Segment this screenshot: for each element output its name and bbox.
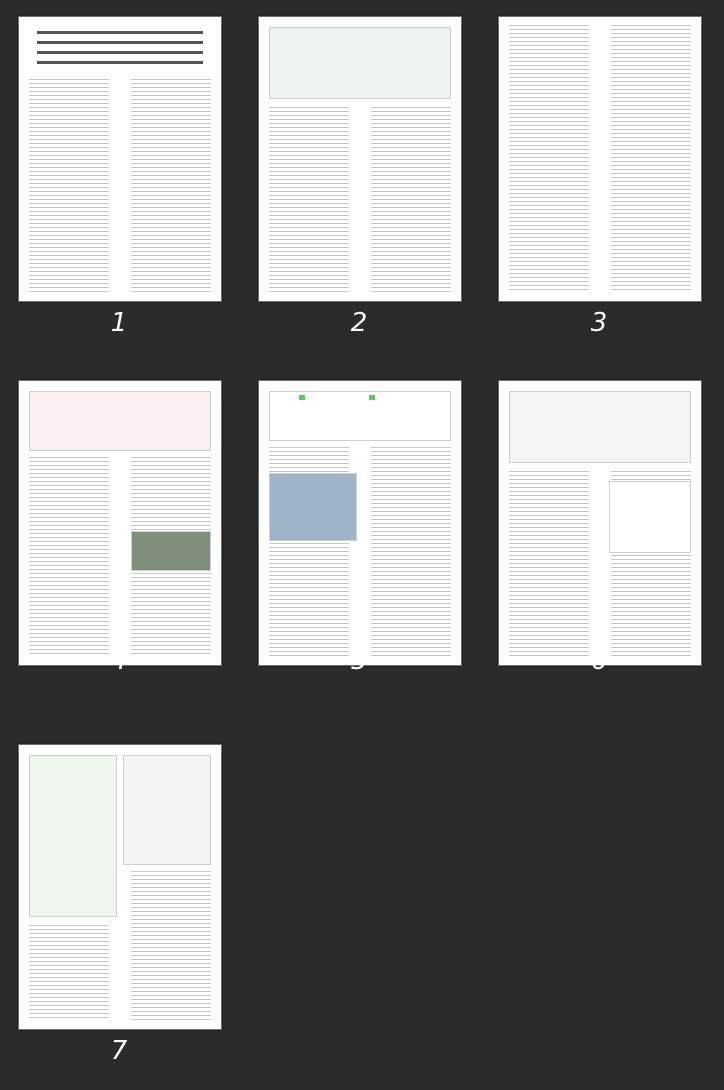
page-number-label-1: 1 bbox=[110, 308, 128, 338]
tracking-images-figure bbox=[269, 473, 357, 541]
text-column-left bbox=[509, 25, 590, 293]
page-thumbnail-2[interactable] bbox=[258, 16, 462, 302]
page-number-label-4: 4 bbox=[110, 646, 128, 676]
paper-title-block bbox=[37, 31, 203, 67]
text-column-left bbox=[29, 79, 110, 293]
text-column-left bbox=[29, 457, 110, 657]
page-number-label-3: 3 bbox=[590, 308, 608, 338]
system-diagram-figure bbox=[269, 27, 451, 99]
page-thumbnail-6[interactable] bbox=[498, 380, 702, 666]
text-column-left bbox=[509, 471, 590, 657]
example-images-figure bbox=[131, 531, 211, 571]
page-thumbnail-3[interactable] bbox=[498, 16, 702, 302]
text-column-right bbox=[130, 79, 211, 293]
histogram-figure bbox=[29, 391, 211, 451]
results-table bbox=[269, 391, 451, 441]
references-column-right bbox=[130, 871, 211, 1021]
pose-error-figure bbox=[123, 755, 211, 865]
page-number-label-7: 7 bbox=[110, 1036, 128, 1066]
page-number-label-2: 2 bbox=[350, 308, 368, 338]
page-thumbnail-grid: 1 2 3 4 5 6 7 bbox=[0, 0, 724, 1090]
trajectory-figure bbox=[509, 391, 691, 463]
text-column-right bbox=[370, 447, 451, 657]
page-number-label-5: 5 bbox=[350, 646, 368, 676]
page-thumbnail-1[interactable] bbox=[18, 16, 222, 302]
page-thumbnail-7[interactable] bbox=[18, 744, 222, 1030]
comparison-table bbox=[609, 481, 691, 553]
text-column-right bbox=[370, 107, 451, 293]
page-number-label-6: 6 bbox=[590, 646, 608, 676]
page-thumbnail-4[interactable] bbox=[18, 380, 222, 666]
page-thumbnail-5[interactable] bbox=[258, 380, 462, 666]
text-column-left bbox=[269, 107, 350, 293]
text-column-right bbox=[610, 25, 691, 293]
